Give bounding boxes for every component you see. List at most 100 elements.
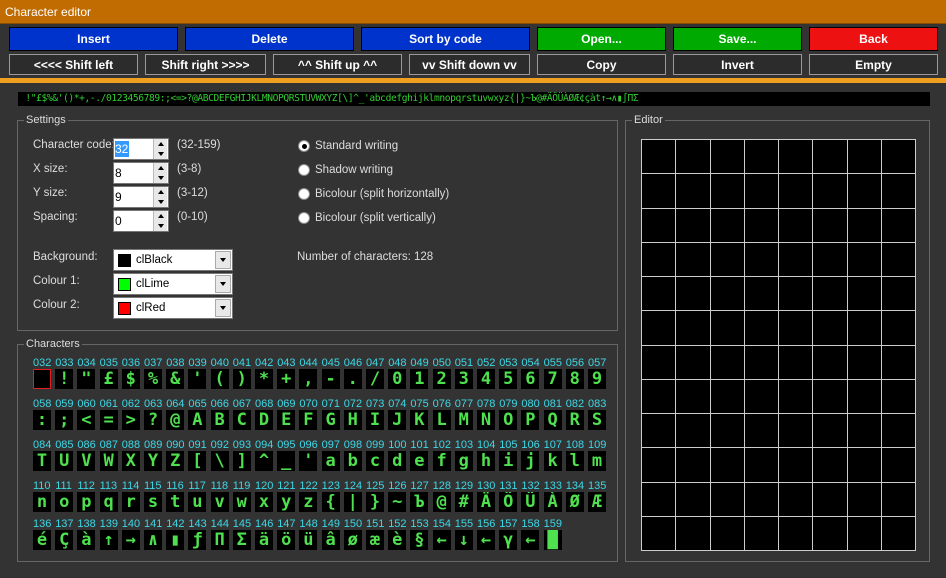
- character-cell[interactable]: r: [121, 492, 140, 512]
- spin-down-icon[interactable]: [153, 173, 167, 183]
- character-cell[interactable]: D: [255, 410, 273, 430]
- radio-label-bicolour-horizontal[interactable]: Bicolour (split horizontally): [315, 188, 449, 200]
- radio-standard-writing[interactable]: [298, 140, 310, 152]
- character-cell[interactable]: Ç: [55, 530, 74, 550]
- spin-down-icon[interactable]: [153, 149, 167, 159]
- character-cell[interactable]: →: [121, 530, 140, 550]
- character-cell[interactable]: i: [499, 451, 518, 471]
- save-button[interactable]: Save...: [673, 27, 802, 51]
- pixel-cell[interactable]: [779, 414, 814, 449]
- character-cell[interactable]: x: [255, 492, 273, 512]
- insert-button[interactable]: Insert: [9, 27, 178, 51]
- character-cell[interactable]: +: [277, 369, 296, 389]
- pixel-cell[interactable]: [847, 311, 882, 346]
- character-cell[interactable]: U: [55, 451, 74, 471]
- character-cell[interactable]: ': [299, 451, 318, 471]
- pixel-cell[interactable]: [710, 516, 745, 551]
- pixel-cell[interactable]: [744, 140, 779, 175]
- character-cell[interactable]: ]: [232, 451, 251, 471]
- character-cell[interactable]: w: [232, 492, 251, 512]
- pixel-cell[interactable]: [744, 345, 779, 380]
- character-cell[interactable]: G: [321, 410, 340, 430]
- pixel-cell[interactable]: [847, 277, 882, 312]
- character-cell[interactable]: q: [99, 492, 118, 512]
- pixel-cell[interactable]: [710, 242, 745, 277]
- pixel-cell[interactable]: [847, 140, 882, 175]
- character-cell[interactable]: *: [255, 369, 273, 389]
- character-cell[interactable]: N: [477, 410, 495, 430]
- pixel-cell[interactable]: [847, 379, 882, 414]
- character-cell[interactable]: ;: [55, 410, 74, 430]
- character-cell[interactable]: 1: [410, 369, 429, 389]
- pixel-cell[interactable]: [642, 482, 677, 517]
- character-cell[interactable]: £: [99, 369, 118, 389]
- character-cell[interactable]: A: [188, 410, 207, 430]
- character-cell[interactable]: m: [588, 451, 606, 471]
- copy-button[interactable]: Copy: [537, 54, 666, 75]
- character-cell[interactable]: Π: [210, 530, 229, 550]
- pixel-cell[interactable]: [881, 311, 916, 346]
- pixel-cell[interactable]: [813, 345, 848, 380]
- character-cell[interactable]: I: [366, 410, 384, 430]
- character-cell[interactable]: z: [299, 492, 318, 512]
- character-cell[interactable]: Q: [543, 410, 562, 430]
- character-cell[interactable]: -: [321, 369, 340, 389]
- pixel-cell[interactable]: [676, 345, 711, 380]
- pixel-cell[interactable]: [710, 448, 745, 483]
- character-cell[interactable]: 3: [454, 369, 473, 389]
- x-size-spinner[interactable]: [113, 162, 169, 184]
- character-cell[interactable]: ^: [255, 451, 273, 471]
- character-cell[interactable]: 7: [543, 369, 562, 389]
- pixel-cell[interactable]: [813, 414, 848, 449]
- pixel-cell[interactable]: [676, 277, 711, 312]
- character-code-spinner[interactable]: [113, 138, 169, 160]
- character-cell[interactable]: ,: [299, 369, 318, 389]
- pixel-cell[interactable]: [642, 448, 677, 483]
- character-cell[interactable]: Ä: [477, 492, 495, 512]
- character-cell[interactable]: ←: [521, 530, 540, 550]
- character-cell[interactable]: $: [121, 369, 140, 389]
- character-cell[interactable]: é: [33, 530, 51, 550]
- character-cell[interactable]: :: [33, 410, 51, 430]
- character-cell[interactable]: §: [410, 530, 429, 550]
- pixel-cell[interactable]: [642, 345, 677, 380]
- character-cell[interactable]: {: [321, 492, 340, 512]
- pixel-cell[interactable]: [642, 140, 677, 175]
- character-cell[interactable]: v: [210, 492, 229, 512]
- character-cell[interactable]: c: [366, 451, 384, 471]
- character-cell[interactable]: f: [432, 451, 451, 471]
- pixel-cell[interactable]: [881, 208, 916, 243]
- chevron-down-icon[interactable]: [215, 275, 231, 293]
- background-colour-select[interactable]: clBlack: [113, 249, 233, 271]
- empty-button[interactable]: Empty: [809, 54, 938, 75]
- character-cell[interactable]: Ö: [499, 492, 518, 512]
- character-cell[interactable]: Ъ: [410, 492, 429, 512]
- character-cell[interactable]: 5: [499, 369, 518, 389]
- spin-up-icon[interactable]: [153, 139, 167, 149]
- character-cell[interactable]: [33, 369, 51, 389]
- character-cell[interactable]: ↓: [454, 530, 473, 550]
- radio-shadow-writing[interactable]: [298, 164, 310, 176]
- delete-button[interactable]: Delete: [185, 27, 354, 51]
- pixel-cell[interactable]: [779, 448, 814, 483]
- character-cell[interactable]: /: [366, 369, 384, 389]
- character-cell[interactable]: B: [210, 410, 229, 430]
- pixel-cell[interactable]: [676, 311, 711, 346]
- character-cell[interactable]: P: [521, 410, 540, 430]
- pixel-cell[interactable]: [847, 242, 882, 277]
- pixel-cell[interactable]: [710, 345, 745, 380]
- character-cell[interactable]: [: [188, 451, 207, 471]
- character-cell[interactable]: e: [410, 451, 429, 471]
- character-cell[interactable]: Ü: [521, 492, 540, 512]
- character-cell[interactable]: Σ: [232, 530, 251, 550]
- pixel-cell[interactable]: [779, 482, 814, 517]
- invert-button[interactable]: Invert: [673, 54, 802, 75]
- character-cell[interactable]: E: [277, 410, 296, 430]
- pixel-cell[interactable]: [744, 379, 779, 414]
- character-cell[interactable]: L: [432, 410, 451, 430]
- pixel-cell[interactable]: [744, 448, 779, 483]
- pixel-cell[interactable]: [847, 516, 882, 551]
- character-cell[interactable]: █: [543, 530, 562, 550]
- character-cell[interactable]: a: [321, 451, 340, 471]
- character-cell[interactable]: T: [33, 451, 51, 471]
